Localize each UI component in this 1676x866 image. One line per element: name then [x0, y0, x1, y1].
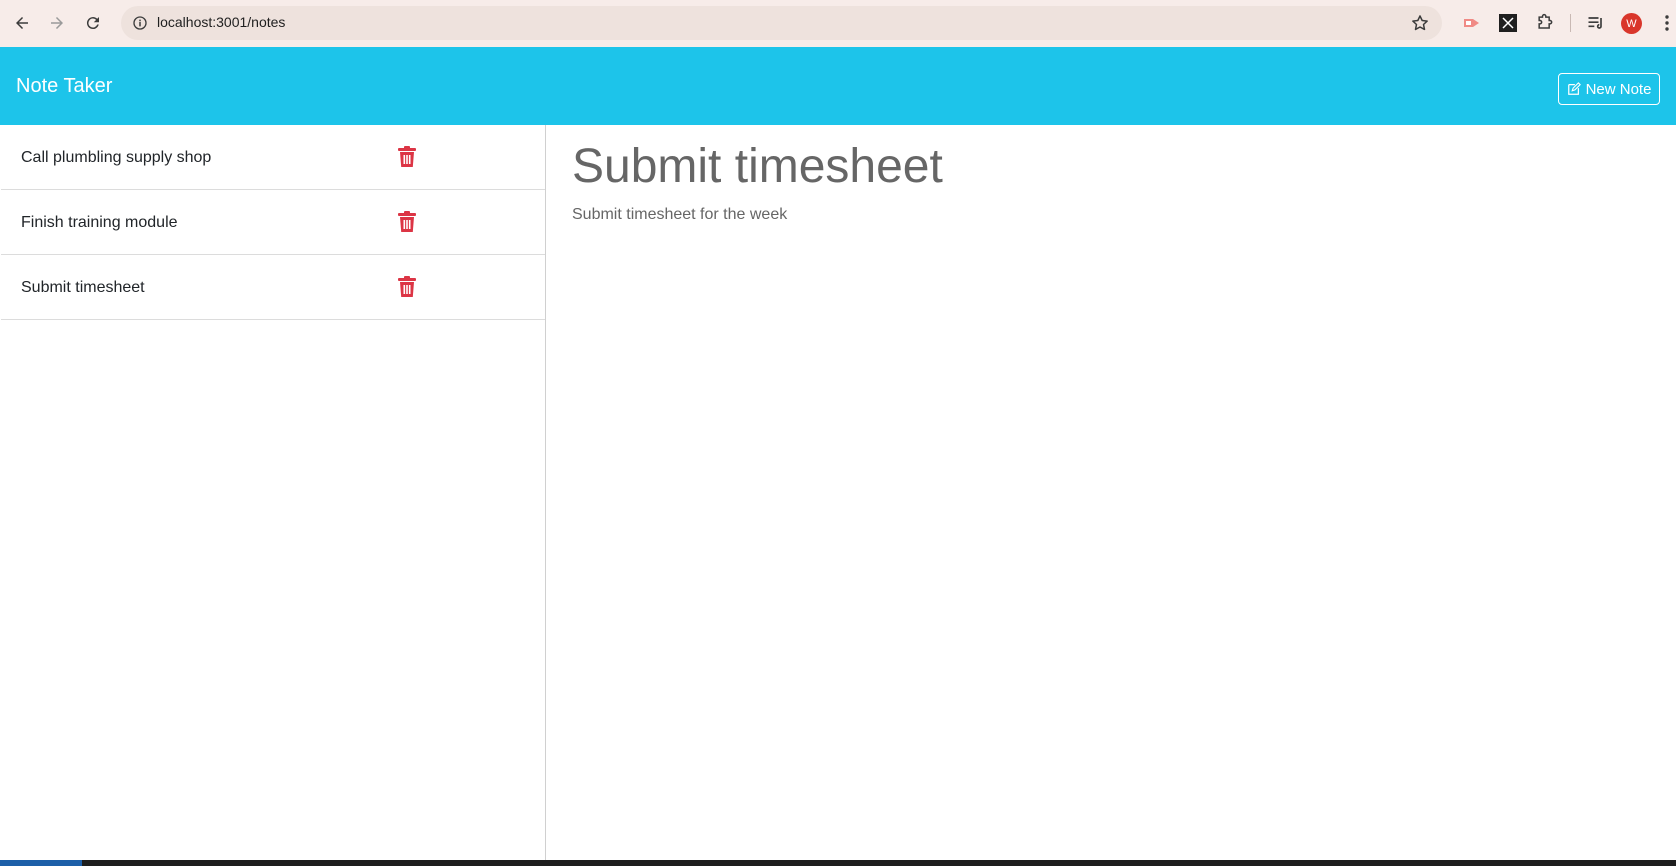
notes-list: Call plumbling supply shop Finish traini…	[0, 125, 546, 860]
note-editor: Submit timesheet Submit timesheet for th…	[547, 125, 1676, 860]
note-text-field[interactable]: Submit timesheet for the week	[572, 206, 787, 224]
new-note-label: New Note	[1585, 80, 1652, 98]
taskbar-strip	[0, 860, 1676, 866]
app-brand[interactable]: Note Taker	[16, 75, 112, 98]
list-item[interactable]: Call plumbling supply shop	[1, 125, 545, 190]
note-title-field[interactable]: Submit timesheet	[572, 139, 943, 194]
forward-button[interactable]	[44, 10, 70, 36]
trash-icon[interactable]	[398, 276, 416, 298]
app-navbar: Note Taker New Note	[0, 47, 1676, 125]
new-note-button[interactable]: New Note	[1558, 73, 1660, 105]
dark-extension-icon	[1499, 14, 1517, 32]
browser-toolbar: localhost:3001/notes W	[0, 0, 1676, 47]
extensions-button[interactable]	[1534, 12, 1556, 34]
profile-avatar[interactable]: W	[1621, 13, 1642, 34]
trash-icon[interactable]	[398, 211, 416, 233]
taskbar-accent	[0, 860, 82, 866]
trash-icon[interactable]	[398, 146, 416, 168]
reload-button[interactable]	[80, 10, 106, 36]
kebab-menu-icon	[1665, 15, 1669, 31]
bookmark-star-icon[interactable]	[1410, 13, 1430, 33]
note-item-title: Call plumbling supply shop	[21, 149, 212, 166]
list-item[interactable]: Finish training module	[1, 190, 545, 255]
edit-icon	[1567, 82, 1581, 95]
url-text: localhost:3001/notes	[157, 14, 286, 30]
site-info-icon[interactable]	[131, 14, 149, 32]
back-arrow-icon	[16, 17, 28, 29]
note-item-title: Finish training module	[21, 214, 178, 231]
record-extension-icon	[1464, 19, 1479, 27]
toolbar-divider	[1570, 14, 1571, 32]
address-bar[interactable]: localhost:3001/notes	[121, 6, 1442, 40]
puzzle-icon	[1538, 13, 1553, 29]
forward-arrow-icon	[51, 17, 63, 29]
browser-menu-button[interactable]	[1656, 12, 1676, 34]
note-item-title: Submit timesheet	[21, 279, 145, 296]
list-item[interactable]: Submit timesheet	[1, 255, 545, 320]
playlist-icon	[1588, 17, 1602, 29]
extension-icon-2[interactable]	[1497, 12, 1519, 34]
media-controls-button[interactable]	[1585, 12, 1607, 34]
reload-icon	[86, 17, 99, 30]
back-button[interactable]	[9, 10, 35, 36]
extension-icon-1[interactable]	[1461, 12, 1483, 34]
